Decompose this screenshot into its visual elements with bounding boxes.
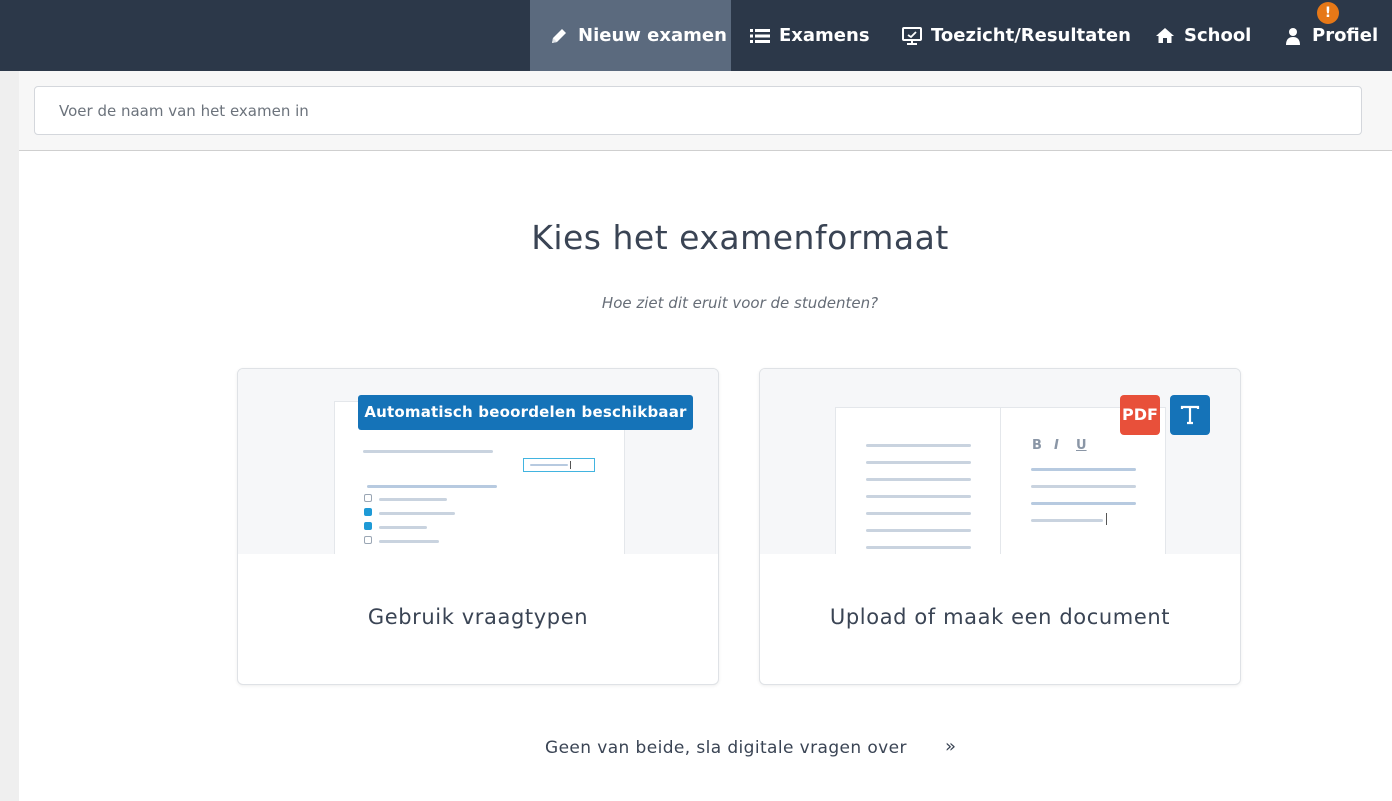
question-types-illustration: Automatisch beoordelen beschikbaar: [238, 369, 718, 554]
nav-label: Toezicht/Resultaten: [931, 25, 1131, 46]
nav-label: Profiel: [1312, 25, 1379, 46]
auto-grading-badge: Automatisch beoordelen beschikbaar: [358, 395, 693, 430]
card-upload-document[interactable]: B I U PDF Upload of maak een document: [759, 368, 1241, 685]
home-icon: [1155, 26, 1175, 46]
input-field-illustration: [523, 458, 595, 472]
nav-school[interactable]: School: [1155, 0, 1251, 71]
skip-digital-questions-link[interactable]: Geen van beide, sla digitale vragen over: [545, 738, 907, 758]
nav-label: Examens: [779, 25, 870, 46]
checkbox-illustration: [364, 508, 372, 516]
card-label: Upload of maak een document: [829, 605, 1171, 629]
checkbox-illustration: [364, 536, 372, 544]
top-navbar: Nieuw examen Examens Toezicht/Resultaten…: [0, 0, 1392, 71]
document-page-illustration: [835, 407, 1001, 554]
nav-new-exam[interactable]: Nieuw examen: [530, 0, 731, 71]
nav-supervision-results[interactable]: Toezicht/Resultaten: [902, 0, 1131, 71]
checkbox-illustration: [364, 494, 372, 502]
card-label: Gebruik vraagtypen: [367, 605, 589, 629]
pencil-icon: [549, 26, 569, 46]
user-icon: [1283, 26, 1303, 46]
card-question-types[interactable]: Automatisch beoordelen beschikbaar Gebru…: [237, 368, 719, 685]
page-subtitle: Hoe ziet dit eruit voor de studenten?: [601, 294, 879, 312]
profile-alert-badge: !: [1317, 2, 1339, 24]
pdf-icon: PDF: [1120, 395, 1160, 435]
exam-name-input[interactable]: [34, 86, 1362, 135]
nav-exams[interactable]: Examens: [750, 0, 870, 71]
checkbox-illustration: [364, 522, 372, 530]
nav-label: School: [1184, 25, 1252, 46]
document-illustration: B I U PDF: [760, 369, 1240, 554]
list-icon: [750, 26, 770, 46]
monitor-icon: [902, 26, 922, 46]
nav-label: Nieuw examen: [578, 25, 727, 46]
italic-icon: I: [1054, 438, 1059, 453]
left-gutter: [0, 71, 19, 801]
double-chevron-right-icon[interactable]: »: [945, 736, 956, 757]
text-icon: [1170, 395, 1210, 435]
exam-name-bar: [19, 71, 1392, 151]
page-title: Kies het examenformaat: [531, 218, 949, 257]
bold-icon: B: [1032, 438, 1042, 453]
underline-icon: U: [1076, 438, 1087, 453]
